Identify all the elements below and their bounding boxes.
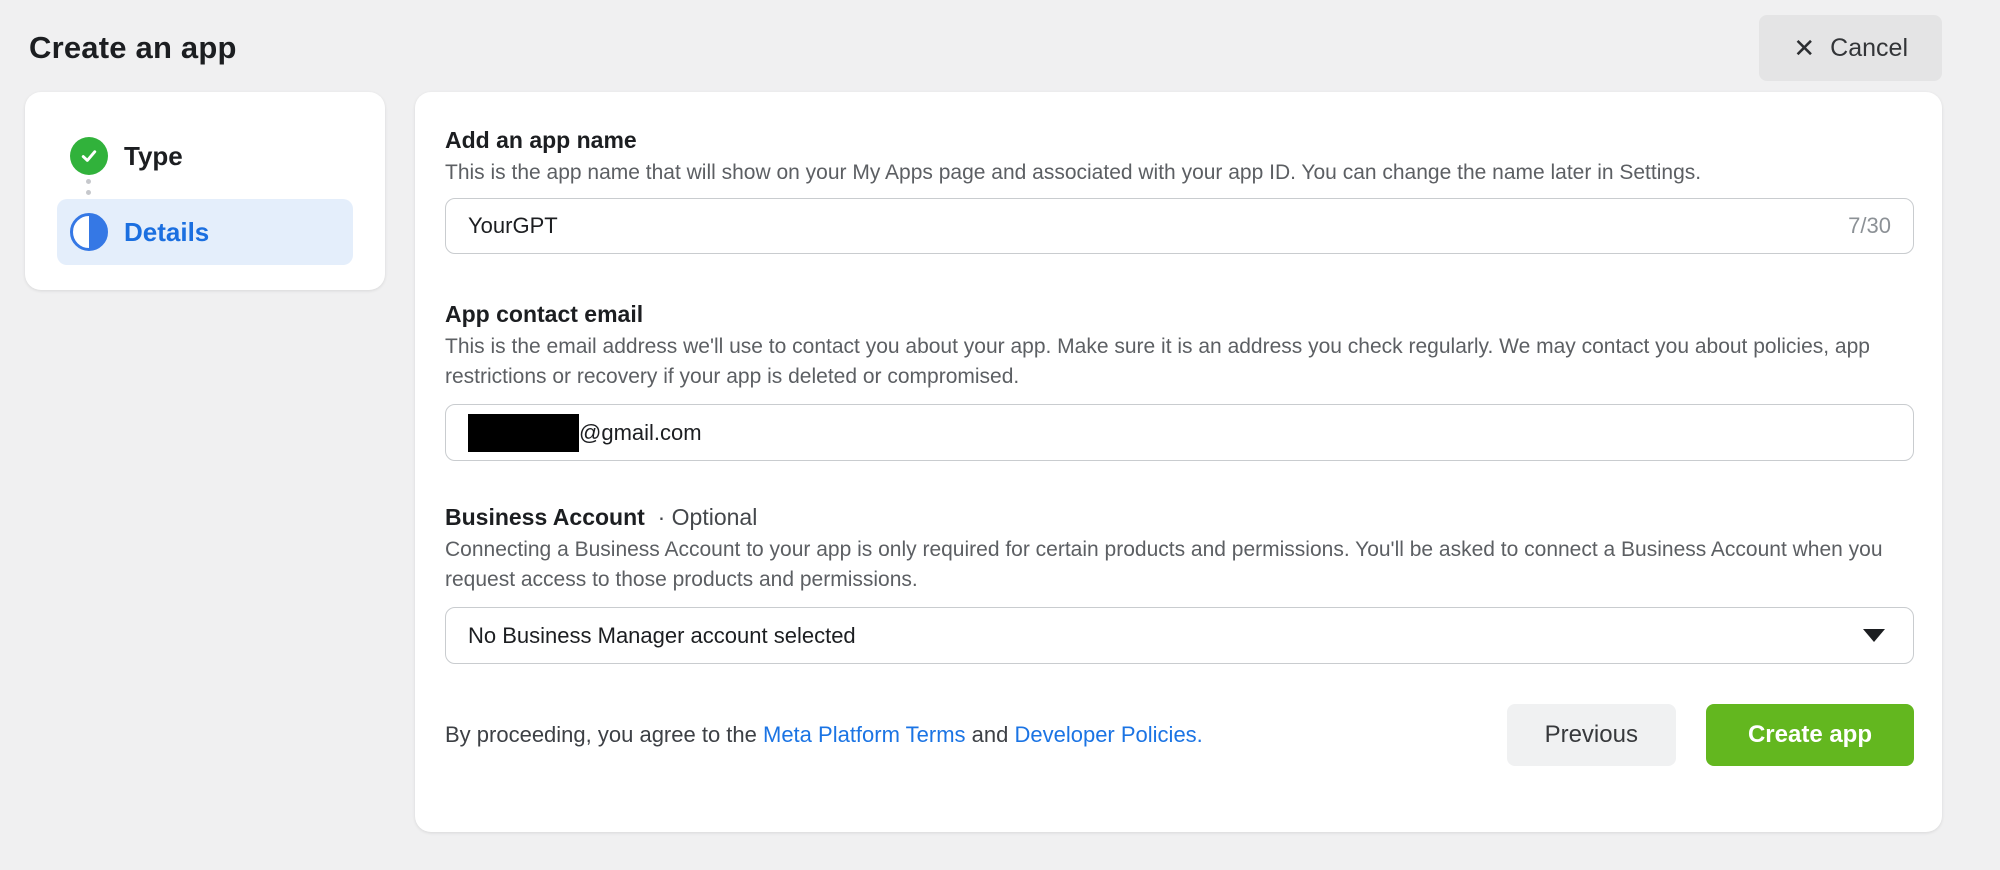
contact-email-description: This is the email address we'll use to c…: [445, 335, 1870, 388]
app-name-input[interactable]: [468, 213, 1849, 239]
app-name-char-counter: 7/30: [1848, 213, 1891, 238]
app-name-section: Add an app name This is the app name tha…: [445, 126, 1914, 254]
developer-policies-link[interactable]: Developer Policies.: [1014, 722, 1202, 747]
email-domain-text: @gmail.com: [579, 419, 702, 445]
create-app-button[interactable]: Create app: [1705, 704, 1914, 766]
page-title: Create an app: [29, 30, 237, 65]
business-account-label-text: Business Account: [445, 504, 645, 530]
step-connector: [86, 179, 353, 195]
stepper-card: Type Details: [25, 92, 385, 290]
business-account-optional-suffix: · Optional: [657, 504, 758, 530]
cancel-button-label: Cancel: [1830, 33, 1908, 62]
details-form-card: Add an app name This is the app name tha…: [415, 92, 1942, 832]
contact-email-input[interactable]: @gmail.com: [445, 404, 1914, 461]
footer-actions: Previous Create app: [1506, 704, 1914, 766]
contact-email-label: App contact email: [445, 301, 644, 327]
page-header: Create an app ✕ Cancel: [25, 0, 1942, 92]
chevron-down-icon: [1863, 629, 1885, 642]
agreement-prefix: By proceeding, you agree to the: [445, 722, 763, 747]
app-name-input-wrap: 7/30: [445, 198, 1914, 254]
app-name-description: This is the app name that will show on y…: [445, 161, 1702, 184]
business-account-description: Connecting a Business Account to your ap…: [445, 538, 1883, 591]
connector-dot: [86, 179, 91, 184]
close-icon: ✕: [1793, 33, 1816, 63]
app-name-label: Add an app name: [445, 127, 637, 153]
check-circle-icon: [70, 137, 108, 175]
step-details-label: Details: [124, 216, 210, 247]
agreement-middle: and: [965, 722, 1015, 747]
meta-platform-terms-link[interactable]: Meta Platform Terms: [763, 722, 966, 747]
redacted-email-username: [468, 413, 579, 452]
half-circle-icon: [70, 213, 108, 251]
business-account-label: Business Account · Optional: [445, 503, 1914, 531]
step-type-label: Type: [124, 140, 183, 171]
previous-button[interactable]: Previous: [1506, 704, 1676, 766]
connector-dot: [86, 190, 91, 195]
contact-email-section: App contact email This is the email addr…: [445, 300, 1914, 461]
business-account-section: Business Account · Optional Connecting a…: [445, 503, 1914, 664]
content-area: Type Details Add an app name This is the…: [25, 92, 1942, 832]
step-type[interactable]: Type: [57, 137, 353, 175]
create-app-page: Create an app ✕ Cancel Type Details Add …: [0, 0, 2000, 870]
step-details[interactable]: Details: [57, 199, 353, 265]
form-footer: By proceeding, you agree to the Meta Pla…: [445, 704, 1914, 766]
business-account-selected-value: No Business Manager account selected: [468, 622, 856, 648]
agreement-text: By proceeding, you agree to the Meta Pla…: [445, 722, 1203, 748]
business-account-select[interactable]: No Business Manager account selected: [445, 607, 1914, 664]
cancel-button[interactable]: ✕ Cancel: [1759, 15, 1942, 81]
